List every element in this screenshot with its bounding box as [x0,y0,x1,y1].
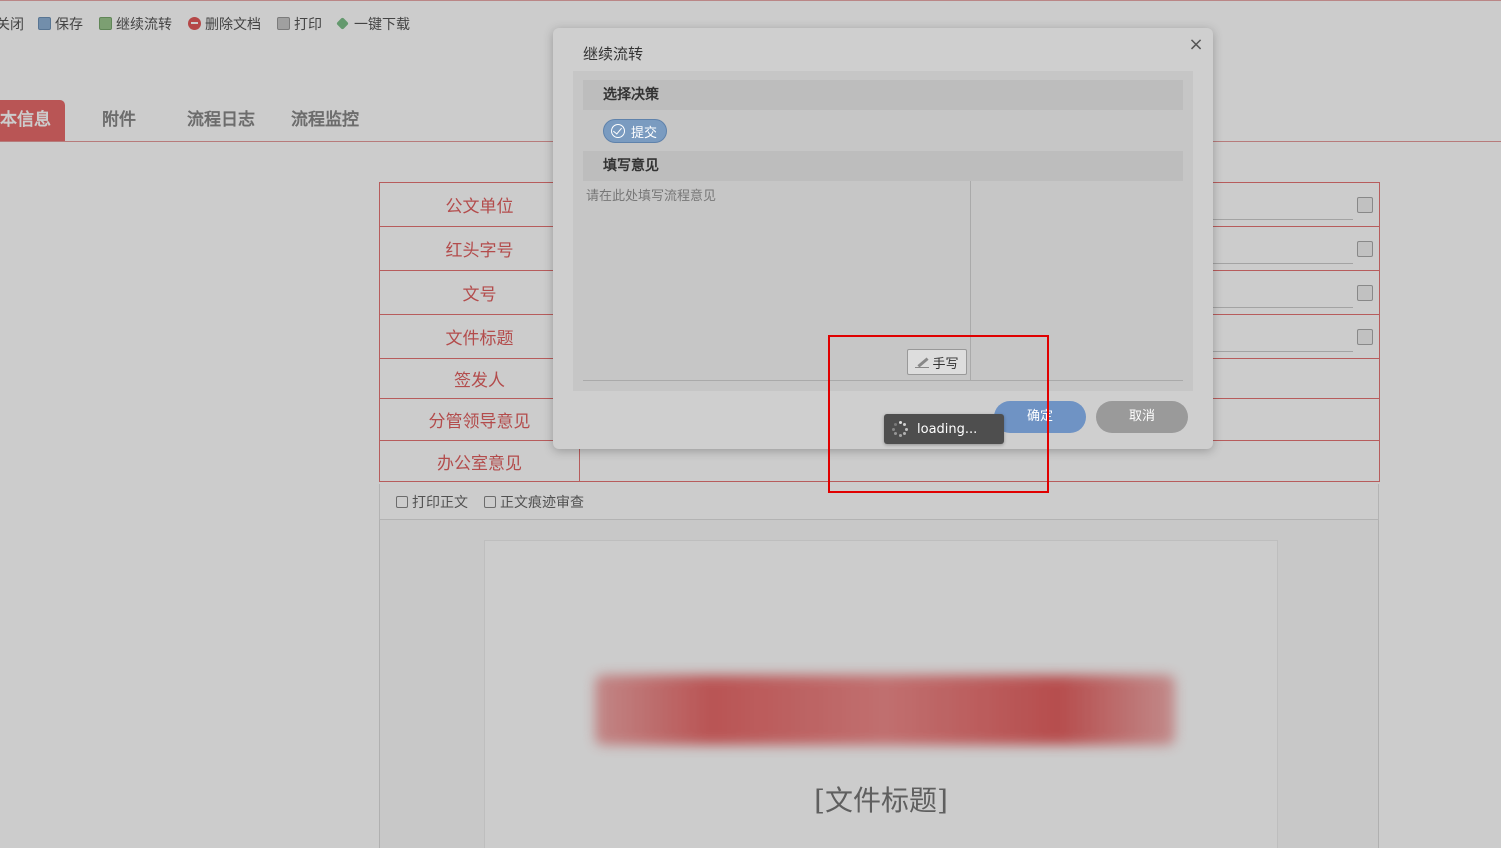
submit-option-label: 提交 [631,125,658,141]
decision-section-header: 选择决策 [583,80,1183,110]
cancel-button[interactable]: 取消 [1096,401,1188,433]
submit-decision-option[interactable]: 提交 [603,119,668,143]
check-circle-icon [611,124,625,138]
opinion-section-header: 填写意见 [583,151,1183,181]
dialog-title: 继续流转 [583,45,644,63]
close-icon[interactable]: × [1187,36,1205,54]
highlight-annotation-box [828,335,1049,493]
